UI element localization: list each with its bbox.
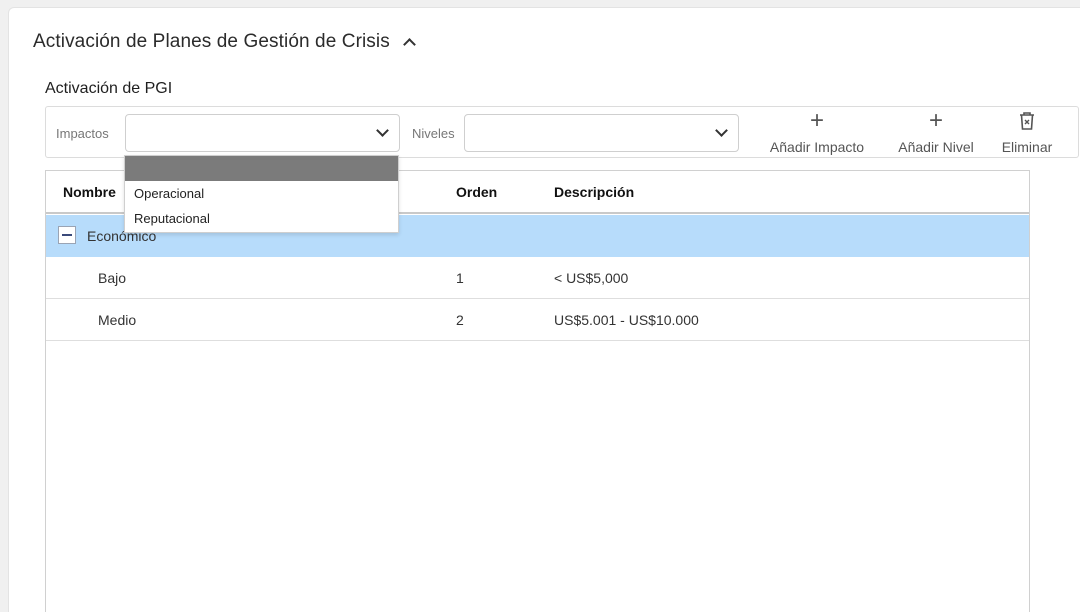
- column-header-nombre[interactable]: Nombre: [63, 184, 116, 200]
- row-name: Medio: [98, 312, 137, 328]
- impactos-dropdown-menu: Operacional Reputacional: [124, 155, 399, 233]
- row-order: 2: [456, 312, 464, 328]
- add-level-label: Añadir Nivel: [898, 139, 974, 155]
- row-description: US$5.001 - US$10.000: [554, 312, 699, 328]
- add-impact-button[interactable]: + Añadir Impacto: [763, 107, 871, 156]
- chevron-down-icon: [716, 127, 726, 137]
- chevron-up-icon[interactable]: [402, 35, 416, 49]
- impactos-label: Impactos: [56, 126, 109, 141]
- table-row[interactable]: Medio 2 US$5.001 - US$10.000: [46, 299, 1029, 341]
- niveles-select[interactable]: [464, 114, 739, 152]
- dropdown-option-operacional[interactable]: Operacional: [125, 181, 398, 206]
- section-header-toggle[interactable]: Activación de Planes de Gestión de Crisi…: [33, 30, 416, 54]
- trash-icon-svg: [1020, 112, 1034, 130]
- panel-card: Activación de Planes de Gestión de Crisi…: [8, 7, 1080, 612]
- impactos-select[interactable]: [125, 114, 400, 152]
- row-description: < US$5,000: [554, 270, 629, 286]
- delete-label: Eliminar: [1001, 139, 1053, 155]
- toolbar: Impactos Niveles + Añadir Impacto + Añad…: [45, 106, 1079, 158]
- row-order: 1: [456, 270, 464, 286]
- levels-table: Nombre Orden Descripción Económico Bajo …: [45, 170, 1030, 612]
- niveles-label: Niveles: [412, 126, 455, 141]
- delete-button[interactable]: Eliminar: [997, 111, 1057, 155]
- plus-icon: +: [928, 107, 943, 134]
- collapse-icon[interactable]: [58, 226, 76, 244]
- column-header-orden[interactable]: Orden: [456, 184, 497, 200]
- plus-icon: +: [809, 107, 824, 134]
- add-level-button[interactable]: + Añadir Nivel: [891, 107, 981, 156]
- row-name: Bajo: [98, 270, 127, 286]
- subsection-title: Activación de PGI: [45, 80, 173, 97]
- add-impact-label: Añadir Impacto: [769, 139, 865, 155]
- table-row[interactable]: Bajo 1 < US$5,000: [46, 257, 1029, 299]
- section-title: Activación de Planes de Gestión de Crisi…: [33, 31, 390, 52]
- trash-icon: [997, 111, 1057, 133]
- column-header-descripcion[interactable]: Descripción: [554, 184, 634, 200]
- dropdown-option-reputacional[interactable]: Reputacional: [125, 206, 398, 231]
- dropdown-option-empty[interactable]: [125, 156, 398, 181]
- chevron-down-icon: [377, 127, 387, 137]
